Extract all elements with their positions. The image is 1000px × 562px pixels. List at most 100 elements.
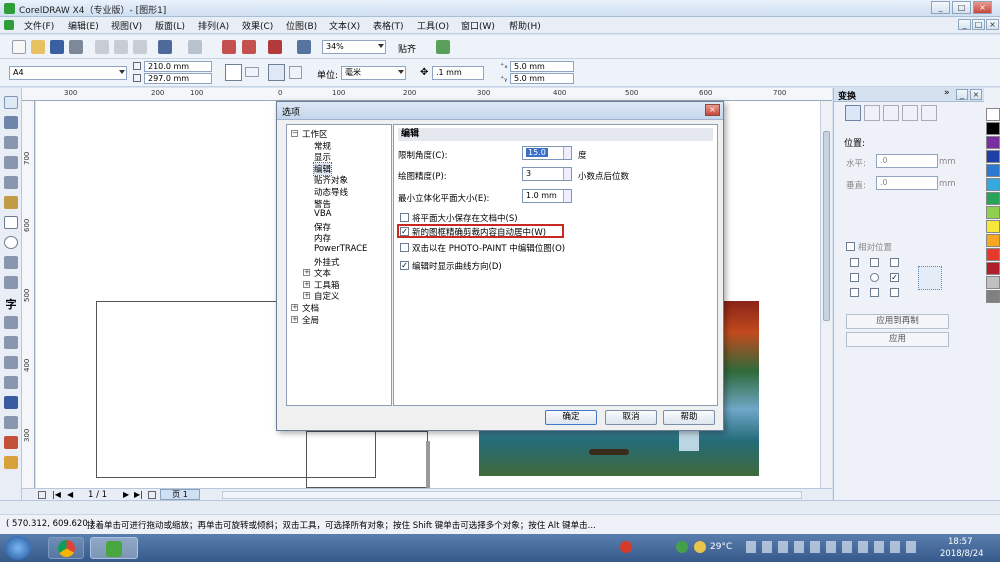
palette-swatch[interactable] [986, 136, 1000, 149]
prev-page-icon[interactable]: ◀ [67, 490, 73, 499]
ellipse-tool-icon[interactable] [4, 236, 18, 249]
constrain-angle-spinner[interactable] [563, 147, 571, 159]
text-tool-icon[interactable]: 字 [4, 296, 18, 311]
vertical-field[interactable]: .0 [876, 176, 938, 190]
horizontal-field[interactable]: .0 [876, 154, 938, 168]
doc-minimize-button[interactable]: _ [958, 19, 971, 30]
interactive-blend-tool-icon[interactable] [4, 376, 18, 389]
anchor-grid[interactable]: ✓ [850, 258, 910, 298]
palette-swatch[interactable] [986, 248, 1000, 261]
duplicate-x-field[interactable]: 5.0 mm [510, 61, 574, 72]
publish-pdf-icon[interactable] [268, 40, 282, 54]
add-page-after-icon[interactable] [148, 491, 156, 499]
close-button[interactable]: × [973, 1, 992, 14]
relative-position-checkbox[interactable] [846, 242, 855, 251]
rectangle-tool-icon[interactable] [4, 216, 18, 229]
tree-node[interactable]: 常规 [314, 140, 331, 152]
extrude-size-field[interactable]: 1.0 mm [522, 189, 572, 203]
paste-icon[interactable] [133, 40, 147, 54]
apply-button[interactable]: 应用 [846, 332, 949, 347]
menu-tools[interactable]: 工具(O) [417, 19, 449, 32]
docker-minimize-button[interactable]: _ [956, 89, 968, 100]
tree-node[interactable]: 文档 [302, 302, 319, 314]
menu-help[interactable]: 帮助(H) [509, 19, 541, 32]
paper-size-select[interactable]: A4 [9, 66, 127, 80]
tree-node[interactable]: 自定义 [314, 290, 340, 302]
add-page-icon[interactable] [38, 491, 46, 499]
polygon-tool-icon[interactable] [4, 256, 18, 269]
vertical-scroll-thumb[interactable] [823, 131, 830, 321]
palette-swatch[interactable] [986, 108, 1000, 121]
current-page-button[interactable] [289, 66, 302, 79]
tree-node[interactable]: 贴齐对象 [314, 174, 348, 186]
undo-icon[interactable] [158, 40, 172, 54]
export-icon[interactable] [242, 40, 256, 54]
crop-tool-icon[interactable] [4, 136, 18, 149]
freehand-tool-icon[interactable] [4, 176, 18, 189]
scale-mode-icon[interactable] [883, 105, 899, 121]
position-mode-icon[interactable] [845, 105, 861, 121]
doc-close-button[interactable]: × [986, 19, 999, 30]
parallel-dimension-tool-icon[interactable] [4, 336, 18, 349]
apply-to-duplicate-button[interactable]: 应用到再制 [846, 314, 949, 329]
menu-view[interactable]: 视图(V) [111, 19, 142, 32]
units-select[interactable]: 毫米 [341, 66, 406, 80]
tree-node[interactable]: 外挂式 [314, 256, 340, 268]
save-icon[interactable] [50, 40, 64, 54]
palette-swatch[interactable] [986, 150, 1000, 163]
cancel-button[interactable]: 取消 [605, 410, 657, 425]
palette-swatch[interactable] [986, 178, 1000, 191]
tree-expander-icon[interactable]: + [303, 292, 310, 300]
tree-node[interactable]: PowerTRACE [314, 244, 367, 254]
doc-restore-button[interactable]: □ [972, 19, 985, 30]
tree-expander-icon[interactable]: + [303, 280, 310, 288]
menu-file[interactable]: 文件(F) [24, 19, 54, 32]
horizontal-scrollbar[interactable] [222, 491, 802, 499]
dialog-close-button[interactable]: × [705, 104, 720, 116]
tree-expander-icon[interactable]: + [291, 315, 298, 323]
docker-expand-icon[interactable]: » [944, 88, 950, 98]
tree-node[interactable]: 保存 [314, 221, 331, 233]
maximize-button[interactable]: □ [952, 1, 971, 14]
redo-icon[interactable] [188, 40, 202, 54]
palette-swatch[interactable] [986, 276, 1000, 289]
outline-tool-icon[interactable] [4, 416, 18, 429]
menu-window[interactable]: 窗口(W) [461, 19, 495, 32]
tree-node[interactable]: VBA [314, 209, 331, 219]
application-launcher-icon[interactable] [297, 40, 311, 54]
tree-expander-icon[interactable]: + [303, 269, 310, 277]
all-pages-button[interactable] [268, 64, 285, 81]
shape-tool-icon[interactable] [4, 116, 18, 129]
palette-swatch[interactable] [986, 220, 1000, 233]
open-icon[interactable] [31, 40, 45, 54]
palette-swatch[interactable] [986, 192, 1000, 205]
sogou-input-icon[interactable] [620, 541, 632, 553]
pick-tool-icon[interactable] [4, 96, 18, 109]
palette-swatch[interactable] [986, 262, 1000, 275]
rotate-mode-icon[interactable] [864, 105, 880, 121]
tree-node[interactable]: 文本 [314, 267, 331, 279]
tree-node[interactable]: 显示 [314, 151, 331, 163]
basic-shapes-tool-icon[interactable] [4, 276, 18, 289]
next-page-icon[interactable]: ▶ [123, 490, 129, 499]
portrait-button[interactable] [225, 64, 242, 81]
start-button[interactable] [5, 536, 31, 560]
menu-arrange[interactable]: 排列(A) [198, 19, 229, 32]
new-icon[interactable] [12, 40, 26, 54]
paper-width-field[interactable]: 210.0 mm [144, 61, 212, 72]
tray-app-icon[interactable] [676, 541, 688, 553]
extrude-size-spinner[interactable] [563, 190, 571, 202]
menu-effects[interactable]: 效果(C) [242, 19, 273, 32]
vertical-scrollbar[interactable] [820, 101, 832, 488]
last-page-icon[interactable]: ▶| [134, 490, 143, 499]
palette-swatch[interactable] [986, 122, 1000, 135]
system-tray-icons[interactable] [746, 541, 916, 553]
page-tab[interactable]: 页 1 [160, 489, 200, 500]
copy-icon[interactable] [114, 40, 128, 54]
minimize-button[interactable]: _ [931, 1, 950, 14]
connector-tool-icon[interactable] [4, 356, 18, 369]
palette-swatch[interactable] [986, 206, 1000, 219]
ok-button[interactable]: 确定 [545, 410, 597, 425]
taskbar-coreldraw[interactable] [90, 537, 138, 559]
palette-swatch[interactable] [986, 164, 1000, 177]
